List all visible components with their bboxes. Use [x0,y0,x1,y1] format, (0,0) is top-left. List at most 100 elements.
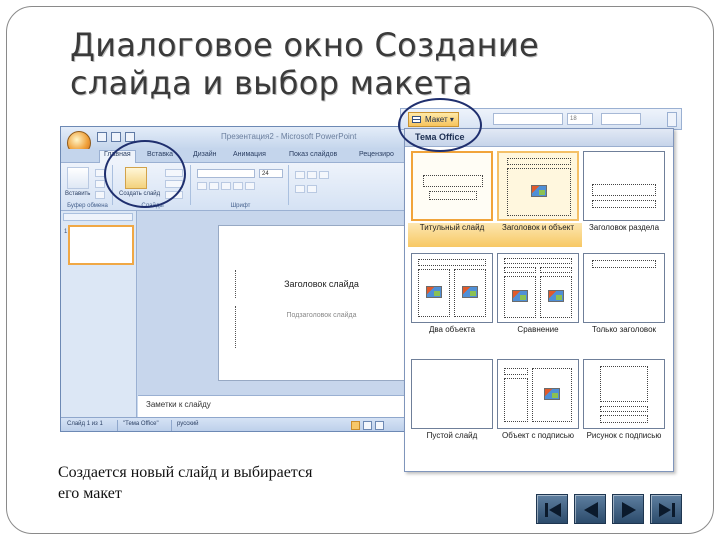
layout-thumb [497,359,579,429]
group-clipboard: Вставить Буфер обмена [63,165,113,209]
thumbnail-tabs[interactable] [63,213,133,221]
slide-thumbnail[interactable] [68,225,134,265]
group-slides-label: Слайды [141,203,164,209]
layout-thumb [583,151,665,221]
picture-box [600,366,648,402]
status-bar: Слайд 1 из 1 "Тема Office" русский [61,417,419,431]
layout-label: Титульный слайд [408,223,496,247]
normal-view-icon[interactable] [351,421,360,430]
tab-home[interactable]: Главная [99,150,136,163]
grow-shrink-font[interactable] [601,113,641,125]
tab-insert[interactable]: Вставка [147,151,173,158]
layout-title-only[interactable]: Только заголовок [583,253,665,349]
ribbon-scroll-icon[interactable] [667,112,677,127]
title-box [592,260,656,268]
first-icon [545,503,561,517]
layout-comparison[interactable]: Сравнение [497,253,579,349]
format-painter-icon[interactable] [95,191,105,199]
layout-label: Объект с подписью [502,431,574,440]
paste-label: Вставить [65,191,91,197]
notes-pane[interactable]: Заметки к слайду [138,395,419,417]
previous-slide-button[interactable] [574,494,606,524]
status-separator [117,420,118,431]
numbering-icon[interactable] [307,171,317,179]
italic-icon[interactable] [209,182,219,190]
undo-icon[interactable] [111,132,121,142]
layout-thumb [497,151,579,221]
layout-thumb [411,151,493,221]
layout-title-content[interactable]: Заголовок и объект [494,151,582,247]
indent-icon[interactable] [319,171,329,179]
group-paragraph [291,165,381,205]
next-slide-button[interactable] [612,494,644,524]
bullets-icon[interactable] [295,171,305,179]
new-slide-button[interactable] [125,167,147,189]
layout-thumb [411,359,493,429]
last-icon [659,503,675,517]
group-font-label: Шрифт [230,203,251,209]
shadow-icon[interactable] [245,182,255,190]
layout-blank[interactable]: Пустой слайд [411,359,493,455]
reset-button[interactable] [165,180,183,188]
save-icon[interactable] [97,132,107,142]
group-clipboard-label: Буфер обмена [67,203,108,209]
layout-title-slide[interactable]: Титульный слайд [408,151,496,247]
layout-thumb [411,253,493,323]
align-left-icon[interactable] [295,185,305,193]
font-name-combo[interactable] [197,169,255,178]
redo-icon[interactable] [125,132,135,142]
text-box [600,415,648,423]
first-slide-button[interactable] [536,494,568,524]
layout-two-content[interactable]: Два объекта [411,253,493,349]
layout-label: Рисунок с подписью [586,431,662,440]
slide-canvas[interactable]: Заголовок слайда Подзаголовок слайда [218,225,418,381]
layout-picture-caption[interactable]: Рисунок с подписью [583,359,665,455]
tab-animation[interactable]: Анимация [233,151,266,158]
layout-section-header[interactable]: Заголовок раздела [583,151,665,247]
ribbon-tabs: Главная Вставка Дизайн Анимация Показ сл… [61,149,419,163]
tab-design[interactable]: Дизайн [193,151,217,158]
subtitle-box [429,191,477,200]
title-box [504,368,528,375]
slideshow-view-icon[interactable] [375,421,384,430]
font-name-combo-2[interactable] [493,113,563,125]
tab-slideshow[interactable]: Показ слайдов [289,151,337,158]
subtitle-placeholder[interactable]: Подзаголовок слайда [235,306,407,348]
last-slide-button[interactable] [650,494,682,524]
layout-label: Заголовок и объект [494,223,582,247]
sorter-view-icon[interactable] [363,421,372,430]
title-placeholder[interactable]: Заголовок слайда [235,270,407,298]
layout-button-label: Макет [425,115,448,124]
font-size-combo[interactable]: 24 [259,169,283,178]
title-box [592,184,656,196]
header-box [540,267,572,273]
new-slide-label: Создать слайд [119,191,161,197]
underline-icon[interactable] [221,182,231,190]
paste-button[interactable] [67,167,89,189]
title-box [423,175,483,187]
font-size-combo-2[interactable]: 18 [567,113,593,125]
cut-icon[interactable] [95,169,105,177]
slide-title: Диалоговое окно Создание слайда и выбор … [70,26,539,102]
status-theme: "Тема Office" [123,421,159,427]
layout-content-caption[interactable]: Объект с подписью [497,359,579,455]
layout-small-button[interactable] [165,169,183,177]
powerpoint-window: Презентация2 - Microsoft PowerPoint Глав… [60,126,420,432]
layout-label: Пустой слайд [426,431,478,440]
delete-slide-button[interactable] [165,191,183,199]
align-center-icon[interactable] [307,185,317,193]
strike-icon[interactable] [233,182,243,190]
thumbnail-number: 1 [64,229,68,235]
layout-gallery: Тема Office Титульный слайд Заголовок и … [404,128,674,472]
bold-icon[interactable] [197,182,207,190]
layout-ribbon-strip: Макет ▾ 18 [400,108,682,130]
copy-icon[interactable] [95,180,105,188]
ppt-titlebar: Презентация2 - Microsoft PowerPoint [61,127,419,149]
status-language: русский [177,421,199,427]
layout-label: Заголовок раздела [588,223,660,232]
status-slide-info: Слайд 1 из 1 [67,421,103,427]
tab-review[interactable]: Рецензиро [359,151,394,158]
text-box [504,378,528,422]
title-box [600,406,648,412]
layout-button[interactable]: Макет ▾ [408,112,459,127]
